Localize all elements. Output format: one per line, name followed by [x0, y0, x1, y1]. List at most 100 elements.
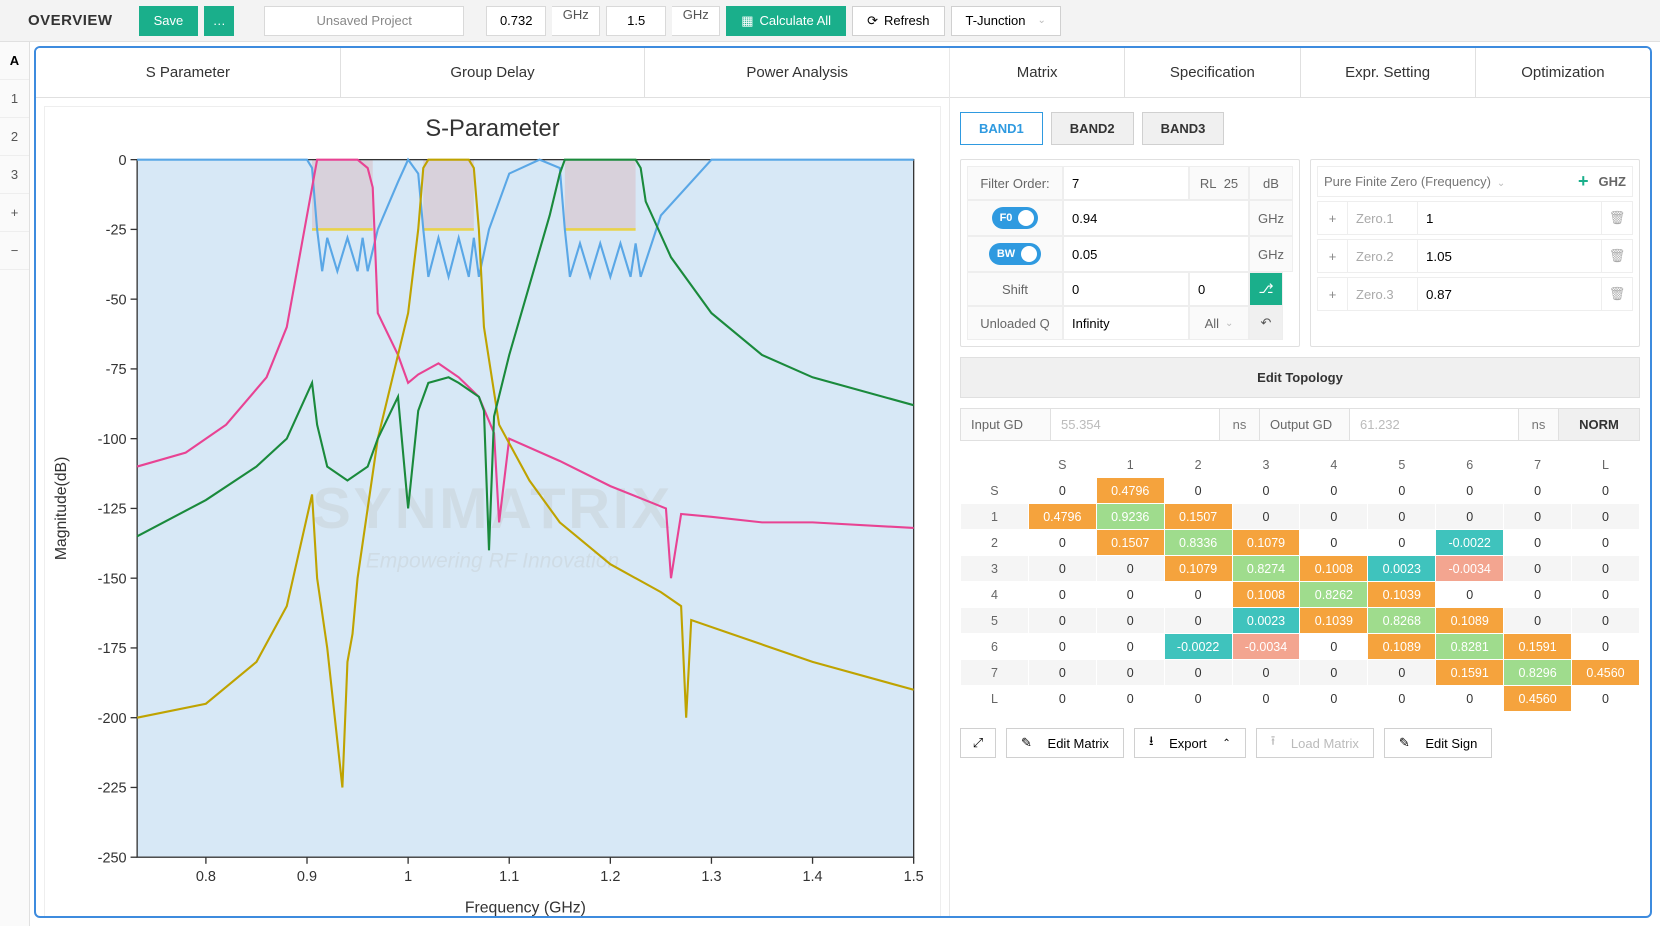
matrix-cell: 0	[1232, 504, 1300, 530]
svg-text:1.1: 1.1	[499, 869, 519, 885]
svg-text:Frequency (GHz): Frequency (GHz)	[465, 899, 586, 916]
unloaded-q-input[interactable]	[1072, 316, 1180, 331]
zero-type-select[interactable]: Pure Finite Zero (Frequency)⌄	[1324, 174, 1572, 189]
expand-icon: ⤢	[973, 735, 983, 751]
edit-sign-button[interactable]: ✎ Edit Sign	[1384, 728, 1493, 758]
edit-matrix-button[interactable]: ✎ Edit Matrix	[1006, 728, 1124, 758]
save-menu-button[interactable]: …	[204, 6, 234, 36]
matrix-cell: 0.8336	[1164, 530, 1232, 556]
svg-text:-50: -50	[106, 292, 127, 308]
tab-specification[interactable]: Specification	[1125, 48, 1300, 97]
zero-value-input[interactable]	[1426, 287, 1593, 302]
matrix-cell: 0.8281	[1436, 634, 1504, 660]
matrix-cell: 0	[1300, 478, 1368, 504]
tab-s-parameter[interactable]: S Parameter	[36, 48, 341, 97]
band-tab-band3[interactable]: BAND3	[1142, 112, 1225, 145]
unloaded-q-select[interactable]: All⌄	[1189, 306, 1249, 340]
add-zero-button[interactable]: +	[1578, 171, 1589, 192]
bw-toggle[interactable]: BW	[967, 236, 1063, 272]
matrix-cell: 0	[1028, 634, 1096, 660]
output-gd-label: Output GD	[1260, 409, 1350, 440]
filter-order-label: Filter Order:	[967, 166, 1063, 200]
svg-text:-100: -100	[98, 432, 127, 448]
f0-input[interactable]	[1072, 211, 1240, 226]
matrix-cell: 0	[1368, 504, 1436, 530]
f0-toggle[interactable]: F0	[967, 200, 1063, 236]
f0-unit: GHz	[1249, 200, 1293, 236]
tab-power-analysis[interactable]: Power Analysis	[645, 48, 949, 97]
zero-value-input[interactable]	[1426, 249, 1593, 264]
matrix-cell: 0	[1096, 686, 1164, 712]
zero-row-2: + Zero.2 🗑	[1317, 239, 1633, 273]
tab-optimization[interactable]: Optimization	[1476, 48, 1650, 97]
zero-delete-icon[interactable]: 🗑	[1602, 240, 1632, 272]
matrix-cell: 0	[1572, 530, 1640, 556]
band-tab-band1[interactable]: BAND1	[960, 112, 1043, 145]
zero-add-icon[interactable]: +	[1318, 240, 1348, 272]
undo-button[interactable]: ↶	[1249, 306, 1283, 340]
expand-button[interactable]: ⤢	[960, 728, 996, 758]
output-gd-unit: ns	[1519, 409, 1559, 440]
svg-text:0: 0	[119, 153, 127, 169]
edit-topology-button[interactable]: Edit Topology	[960, 357, 1640, 398]
left-rail: A123+−	[0, 42, 30, 926]
filter-order-input[interactable]	[1072, 176, 1180, 191]
zero-delete-icon[interactable]: 🗑	[1602, 278, 1632, 310]
zero-value-input[interactable]	[1426, 211, 1593, 226]
matrix-row-3: 3	[961, 556, 1029, 582]
load-matrix-button[interactable]: ⭱ Load Matrix	[1256, 728, 1374, 758]
zero-add-icon[interactable]: +	[1318, 278, 1348, 310]
svg-text:-125: -125	[98, 502, 127, 518]
matrix-cell: 0	[1096, 634, 1164, 660]
matrix-cell: 0	[1164, 660, 1232, 686]
bw-input[interactable]	[1072, 247, 1240, 262]
group-delay-row: Input GD 55.354 ns Output GD 61.232 ns N…	[960, 408, 1640, 441]
rail-item-−[interactable]: −	[0, 232, 29, 270]
matrix-cell: 0	[1164, 478, 1232, 504]
tab-expr-setting[interactable]: Expr. Setting	[1301, 48, 1476, 97]
matrix-cell: 0.1591	[1436, 660, 1504, 686]
matrix-cell: 0	[1504, 530, 1572, 556]
rail-item-a[interactable]: A	[0, 42, 29, 80]
shift-apply-button[interactable]: ⎇	[1249, 272, 1283, 306]
matrix-cell: 0	[1504, 582, 1572, 608]
save-button[interactable]: Save	[139, 6, 199, 36]
output-gd-value: 61.232	[1350, 409, 1519, 440]
band-tab-band2[interactable]: BAND2	[1051, 112, 1134, 145]
matrix-cell: 0	[1572, 478, 1640, 504]
matrix-cell: 0	[1028, 478, 1096, 504]
freq-high-input[interactable]	[606, 6, 666, 36]
matrix-row-1: 1	[961, 504, 1029, 530]
shift-a-input[interactable]	[1072, 282, 1180, 297]
tab-group-delay[interactable]: Group Delay	[341, 48, 646, 97]
matrix-cell: 0	[1572, 582, 1640, 608]
matrix-cell: 0.1591	[1504, 634, 1572, 660]
zero-delete-icon[interactable]: 🗑	[1602, 202, 1632, 234]
tab-matrix[interactable]: Matrix	[950, 48, 1125, 97]
calculate-all-button[interactable]: ▦ Calculate All	[726, 6, 846, 36]
pencil-icon: ✎	[1021, 735, 1032, 751]
matrix-cell: -0.0034	[1232, 634, 1300, 660]
zero-add-icon[interactable]: +	[1318, 202, 1348, 234]
export-button[interactable]: ⭳ Export ⌃	[1134, 728, 1246, 758]
shift-b-input[interactable]	[1198, 282, 1248, 297]
matrix-cell: -0.0034	[1436, 556, 1504, 582]
matrix-cell: 0	[1096, 556, 1164, 582]
chevron-up-icon: ⌃	[1222, 738, 1230, 749]
rail-item-2[interactable]: 2	[0, 118, 29, 156]
svg-text:Empowering RF Innovation: Empowering RF Innovation	[366, 550, 619, 573]
matrix-cell: 0	[1232, 660, 1300, 686]
matrix-cell: 0	[1572, 504, 1640, 530]
norm-button[interactable]: NORM	[1559, 409, 1639, 440]
project-name-input[interactable]: Unsaved Project	[264, 6, 464, 36]
freq-low-input[interactable]	[486, 6, 546, 36]
rail-item-1[interactable]: 1	[0, 80, 29, 118]
overview-title: OVERVIEW	[8, 12, 133, 29]
rail-item-3[interactable]: 3	[0, 156, 29, 194]
svg-text:Magnitude(dB): Magnitude(dB)	[53, 457, 70, 561]
rail-item-+[interactable]: +	[0, 194, 29, 232]
matrix-cell: 0	[1300, 504, 1368, 530]
matrix-row-L: L	[961, 686, 1029, 712]
refresh-button[interactable]: ⟳ Refresh	[852, 6, 944, 36]
topology-select[interactable]: T-Junction ⌄	[951, 6, 1061, 36]
